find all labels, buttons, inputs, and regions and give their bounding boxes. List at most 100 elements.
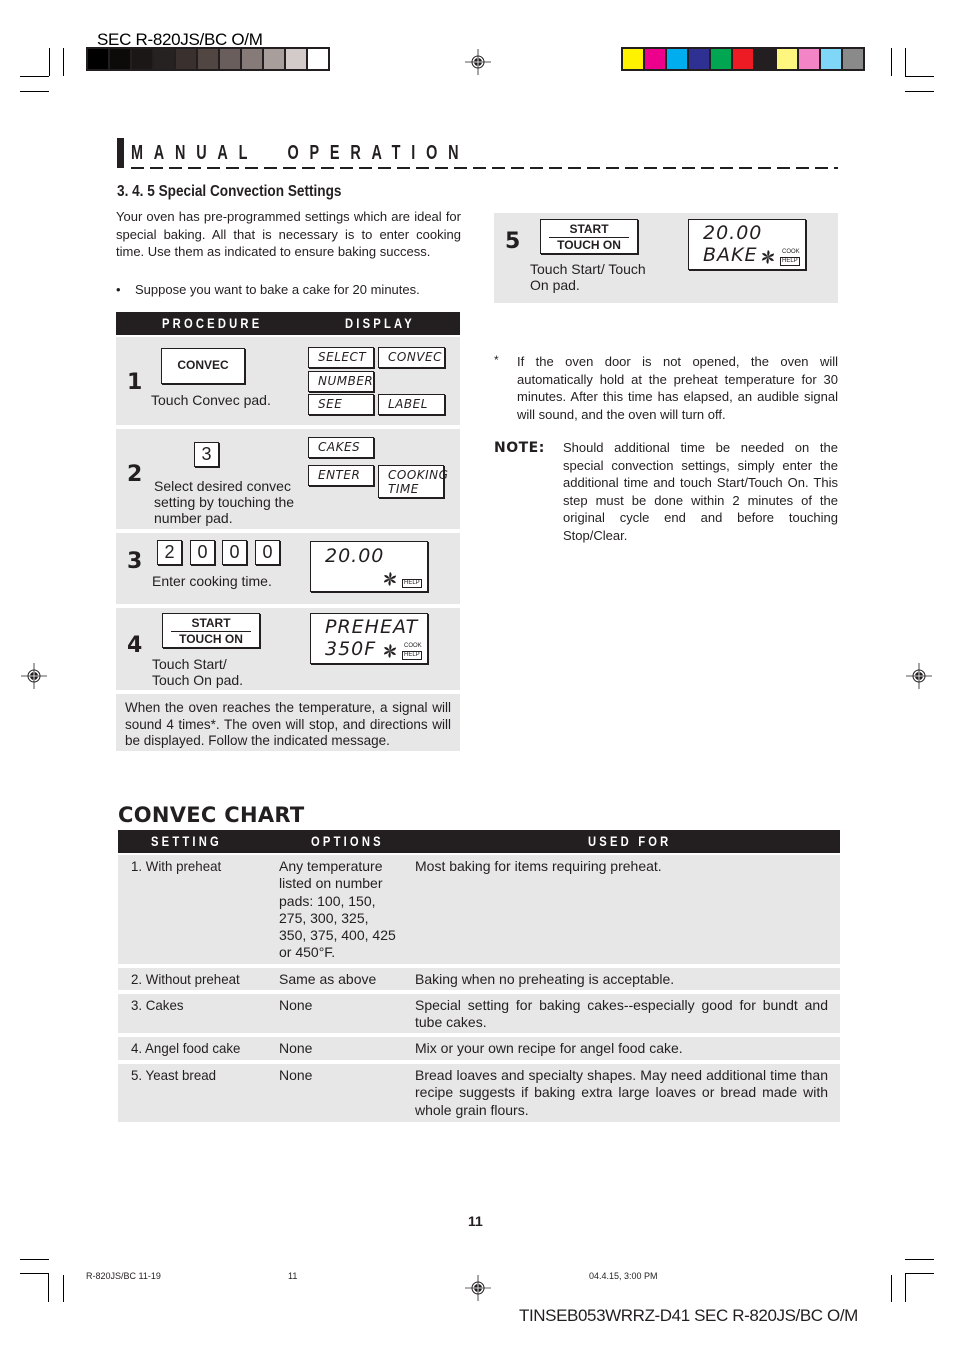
cell-used-for: Mix or your own recipe for angel food ca…	[415, 1040, 683, 1056]
cell-used-for: Bread loaves and specialty shapes. May n…	[415, 1067, 828, 1118]
display-temperature: 350F	[325, 638, 377, 660]
cell-options: None	[279, 997, 313, 1013]
step-number: 5	[505, 229, 521, 254]
crop-mark	[891, 1275, 892, 1302]
chart-row: 1. With preheat Any temperature listed o…	[118, 855, 840, 964]
color-swatch	[843, 49, 863, 69]
section-title-bar	[117, 138, 124, 168]
step-number: 1	[127, 370, 143, 395]
display-panel: 20.00 BAKE COOK HELP	[688, 219, 806, 270]
fan-icon	[383, 644, 397, 658]
note-label: NOTE:	[494, 440, 545, 456]
color-swatch	[176, 49, 196, 69]
color-swatch	[755, 49, 775, 69]
footer-timestamp: 04.4.15, 3:00 PM	[589, 1271, 658, 1281]
procedure-step-5: 5 START TOUCH ON Touch Start/ Touch On p…	[494, 213, 838, 303]
help-indicator: HELP	[402, 651, 422, 660]
section-title: MANUAL OPERATION	[131, 142, 470, 164]
grayscale-color-bar	[86, 47, 330, 71]
start-touch-on-pad[interactable]: START TOUCH ON	[540, 219, 638, 254]
step-number: 4	[127, 633, 143, 658]
cell-setting: 2. Without preheat	[131, 971, 240, 987]
crop-mark	[20, 1259, 49, 1260]
number-key-0[interactable]: 0	[190, 540, 215, 565]
bullet-dot: •	[116, 282, 121, 297]
footnote-text: If the oven door is not opened, the oven…	[517, 354, 838, 422]
crop-mark	[63, 1275, 64, 1302]
cell-options: Same as above	[279, 971, 377, 987]
header-options: OPTIONS	[311, 833, 384, 849]
crop-mark	[20, 91, 49, 92]
header-procedure: PROCEDURE	[162, 315, 263, 331]
cell-options: Any temperature listed on number pads: 1…	[279, 858, 396, 961]
signal-note-text: When the oven reaches the temperature, a…	[125, 700, 451, 748]
display-bake: BAKE	[703, 244, 758, 266]
subsection-heading: 3. 4. 5 Special Convection Settings	[117, 183, 342, 200]
color-swatch	[733, 49, 753, 69]
crop-mark	[905, 1273, 906, 1302]
help-indicator: HELP	[780, 257, 800, 266]
cell-options: None	[279, 1040, 313, 1056]
display-time: 20.00	[703, 222, 763, 244]
start-touch-on-pad[interactable]: START TOUCH ON	[162, 613, 260, 648]
color-swatch	[88, 49, 108, 69]
help-indicator: HELP	[402, 579, 422, 588]
footnote-marker: *	[494, 353, 499, 367]
number-key-0[interactable]: 0	[255, 540, 280, 565]
cell-setting: 5. Yeast bread	[131, 1067, 217, 1083]
crop-mark	[891, 48, 892, 76]
registration-mark-icon	[906, 663, 932, 689]
page-number: 11	[468, 1213, 483, 1229]
crop-mark	[905, 76, 934, 77]
display-time: 20.00	[325, 545, 385, 567]
intro-paragraph: Your oven has pre-programmed settings wh…	[116, 209, 461, 259]
color-swatch	[242, 49, 262, 69]
crop-mark	[905, 91, 934, 92]
procedure-step-3: 3 2 0 0 0 Enter cooking time. 20.00 HELP	[116, 533, 460, 604]
step-instruction: Touch Start/ Touch On pad.	[152, 656, 243, 688]
color-swatch	[821, 49, 841, 69]
number-key-3[interactable]: 3	[194, 442, 219, 467]
convec-pad[interactable]: CONVEC	[161, 348, 245, 384]
step-number: 3	[127, 549, 143, 574]
color-swatch	[777, 49, 797, 69]
step-number: 2	[127, 462, 143, 487]
number-key-0[interactable]: 0	[222, 540, 247, 565]
footer-doc-code: TINSEB053WRRZ-D41 SEC R-820JS/BC O/M	[519, 1306, 858, 1325]
header-used-for: USED FOR	[588, 833, 672, 849]
footer-page: 11	[288, 1271, 298, 1281]
cell-setting: 3. Cakes	[131, 997, 184, 1013]
color-swatch	[799, 49, 819, 69]
display-word-enter: ENTER	[308, 465, 374, 486]
cell-used-for: Most baking for items requiring preheat.	[415, 858, 662, 874]
signal-note-panel: When the oven reaches the temperature, a…	[116, 694, 460, 751]
chart-row: 5. Yeast bread None Bread loaves and spe…	[118, 1064, 840, 1122]
procedure-step-1: 1 CONVEC Touch Convec pad. SELECT CONVEC…	[116, 337, 460, 425]
display-word-cooking: COOKING	[388, 468, 449, 482]
registration-mark-icon	[465, 49, 491, 75]
registration-mark-icon	[465, 1275, 491, 1301]
cell-options: None	[279, 1067, 313, 1083]
color-swatch	[623, 49, 643, 69]
display-word-cakes: CAKES	[308, 437, 374, 458]
bullet-text: Suppose you want to bake a cake for 20 m…	[135, 282, 420, 297]
number-key-2[interactable]: 2	[157, 540, 182, 565]
registration-mark-icon	[21, 663, 47, 689]
display-panel: PREHEAT 350F COOK HELP	[310, 613, 428, 664]
cell-used-for: Special setting for baking cakes--especi…	[415, 997, 828, 1031]
crop-mark	[905, 1273, 934, 1274]
pad-label-touch-on: TOUCH ON	[179, 632, 243, 646]
step-instruction: Select desired convec setting by touchin…	[154, 478, 295, 526]
color-swatch	[308, 49, 328, 69]
step-instruction-line: On pad.	[530, 277, 580, 293]
color-swatch	[198, 49, 218, 69]
pad-label-start: START	[549, 222, 629, 238]
step-instruction: Touch Start/ Touch On pad.	[530, 261, 646, 293]
procedure-step-2: 2 3 Select desired convec setting by tou…	[116, 429, 460, 529]
display-panel: 20.00 HELP	[310, 541, 428, 592]
display-word-cooking-time: COOKING TIME	[378, 465, 449, 498]
process-color-bar	[621, 47, 865, 71]
procedure-step-4: 4 START TOUCH ON Touch Start/ Touch On p…	[116, 608, 460, 690]
crop-mark	[905, 48, 906, 77]
step-instruction-line: Touch Start/ Touch	[530, 261, 646, 277]
